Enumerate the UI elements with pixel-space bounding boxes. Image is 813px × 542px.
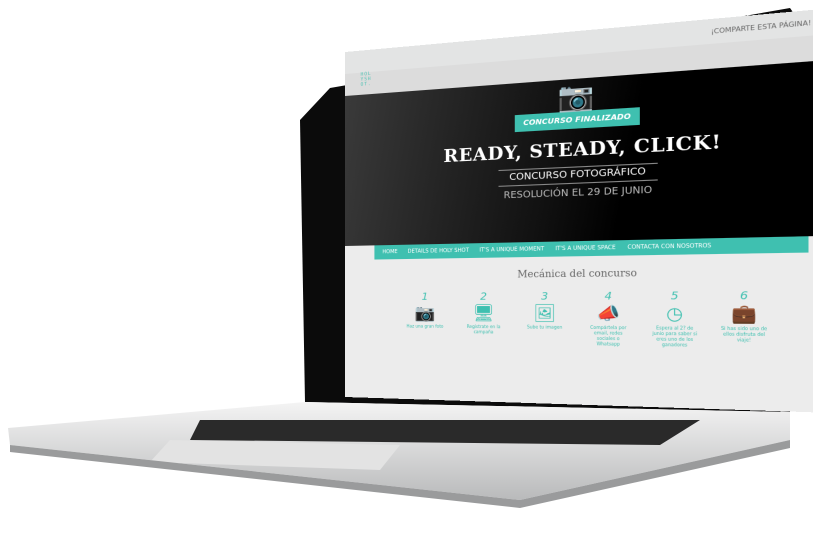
step-text: Espera al 2? de junio para saber si eres…	[651, 325, 699, 348]
monitor-icon: 🖥	[462, 303, 505, 324]
step-text: Si has sido uno de ellos disfruta del vi…	[719, 325, 770, 343]
step-text: Sube tu imagen	[522, 324, 567, 330]
step-item: 6 💼 Si has sido uno de ellos disfruta del …	[719, 290, 770, 349]
step-text: Compártela por email, redes sociales o W…	[585, 325, 631, 347]
nav-details[interactable]: DETAILS DE HOLY SHOT	[408, 248, 469, 255]
nav-contact[interactable]: CONTACTA CON NOSOTROS	[627, 243, 711, 251]
main-content: Mecánica del concurso 1 📷 Haz una gran fot…	[345, 252, 813, 414]
image-icon: 🖼	[522, 303, 567, 325]
share-label[interactable]: ¡COMPARTE ESTA PÁGINA!	[711, 19, 811, 36]
step-item: 3 🖼 Sube tu imagen	[522, 291, 567, 346]
step-item: 4 📣 Compártela por email, redes sociales o…	[585, 291, 631, 347]
nav-moment[interactable]: IT'S A UNIQUE MOMENT	[480, 246, 545, 254]
clock-icon: ◷	[651, 303, 699, 326]
steps-list: 1 📷 Haz una gran foto 2 🖥 Regístrate en la ca…	[345, 290, 813, 350]
page-title: READY, STEADY, CLICK!	[345, 125, 813, 172]
step-item: 1 📷 Haz una gran foto	[404, 292, 445, 345]
step-number: 2	[462, 291, 505, 303]
step-text: Regístrate en la campaña	[462, 324, 505, 335]
step-item: 5 ◷ Espera al 2? de junio para saber si er…	[651, 290, 699, 347]
step-text: Haz una gran foto	[404, 323, 445, 328]
subtitle: CONCURSO FOTOGRÁFICO	[499, 163, 658, 187]
suitcase-icon: 💼	[719, 303, 770, 326]
step-number: 1	[404, 292, 445, 303]
nav-space[interactable]: IT'S A UNIQUE SPACE	[555, 245, 615, 253]
camera-icon: 📷	[404, 303, 445, 324]
step-number: 3	[522, 291, 567, 303]
step-number: 4	[585, 291, 631, 303]
step-number: 5	[651, 290, 699, 302]
step-number: 6	[719, 290, 770, 303]
megaphone-icon: 📣	[585, 303, 631, 325]
step-item: 2 🖥 Regístrate en la campaña	[462, 291, 505, 345]
camera-icon: 📷	[558, 80, 595, 115]
nav-home[interactable]: HOME	[382, 249, 397, 255]
laptop-base	[8, 402, 790, 500]
website-screen: ¡COMPARTE ESTA PÁGINA! < HOL YSH OT. 📷 C…	[345, 7, 813, 414]
